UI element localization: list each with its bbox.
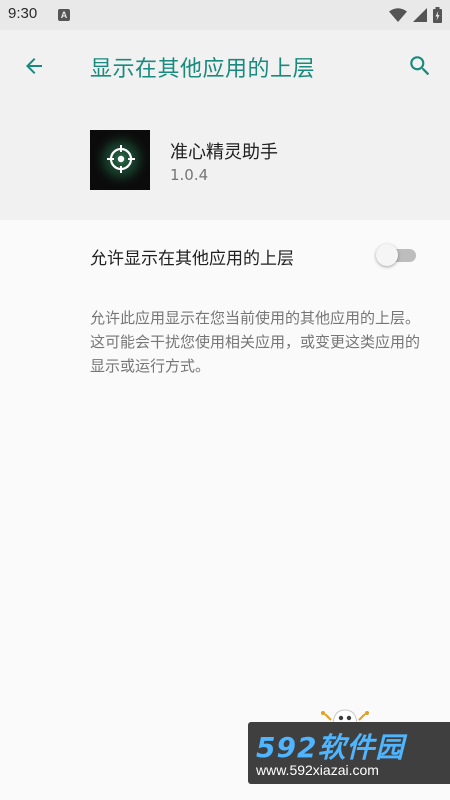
setting-description: 允许此应用显示在您当前使用的其他应用的上层。这可能会干扰您使用相关应用，或变更这… [90, 309, 421, 375]
watermark-title: 592软件园 [256, 731, 405, 764]
status-icons [389, 6, 442, 24]
allow-overlay-switch[interactable] [376, 244, 418, 266]
cell-signal-icon [413, 8, 427, 22]
app-header: 准心精灵助手 1.0.4 [0, 102, 450, 220]
allow-overlay-setting[interactable]: 允许显示在其他应用的上层 [0, 220, 450, 290]
search-button[interactable] [404, 50, 436, 82]
page-title: 显示在其他应用的上层 [90, 57, 316, 82]
back-button[interactable] [16, 50, 52, 82]
watermark-url: www.592xiazai.com [256, 762, 379, 778]
status-bar: 9:30 A [0, 0, 450, 30]
arrow-left-icon [26, 58, 42, 74]
battery-icon [433, 7, 442, 23]
status-time: 9:30 [8, 5, 38, 22]
app-version: 1.0.4 [170, 166, 209, 184]
app-icon [90, 130, 150, 190]
wifi-icon [389, 8, 407, 22]
app-name: 准心精灵助手 [170, 142, 278, 163]
app-bar: 显示在其他应用的上层 [0, 30, 450, 102]
search-icon [410, 56, 430, 76]
allow-overlay-label: 允许显示在其他应用的上层 [90, 249, 294, 269]
watermark-logo: 592软件园 www.592xiazai.com [248, 722, 450, 784]
notification-icon: A [58, 9, 70, 21]
crosshair-icon [90, 130, 150, 190]
switch-thumb [376, 244, 398, 266]
